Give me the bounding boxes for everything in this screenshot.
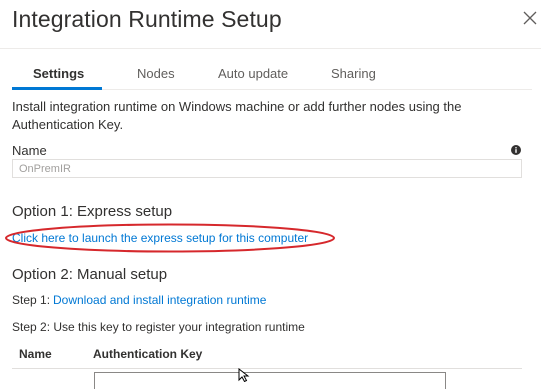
info-icon[interactable] bbox=[511, 145, 521, 155]
tab-settings[interactable]: Settings bbox=[33, 66, 84, 81]
download-runtime-link[interactable]: Download and install integration runtime bbox=[53, 293, 266, 307]
column-header-auth-key: Authentication Key bbox=[93, 347, 203, 361]
name-label: Name bbox=[12, 143, 47, 158]
table-header-divider bbox=[12, 368, 522, 369]
annotation-ellipse bbox=[5, 223, 335, 253]
tab-sharing[interactable]: Sharing bbox=[331, 66, 376, 81]
option2-title: Option 2: Manual setup bbox=[12, 266, 168, 283]
tab-auto-update[interactable]: Auto update bbox=[218, 66, 288, 81]
column-header-name: Name bbox=[19, 347, 52, 361]
mouse-pointer-icon bbox=[238, 368, 250, 382]
name-field[interactable] bbox=[12, 159, 522, 178]
dialog-title: Integration Runtime Setup bbox=[12, 6, 282, 32]
close-icon[interactable] bbox=[522, 10, 538, 26]
tab-bar: Settings Nodes Auto update Sharing bbox=[12, 60, 532, 90]
step1-prefix: Step 1: bbox=[12, 293, 51, 307]
active-tab-indicator bbox=[12, 87, 102, 90]
step2-text: Step 2: Use this key to register your in… bbox=[12, 320, 305, 334]
tab-nodes[interactable]: Nodes bbox=[137, 66, 175, 81]
header-divider bbox=[0, 48, 541, 49]
option1-title: Option 1: Express setup bbox=[12, 203, 173, 220]
settings-description: Install integration runtime on Windows m… bbox=[12, 99, 462, 132]
